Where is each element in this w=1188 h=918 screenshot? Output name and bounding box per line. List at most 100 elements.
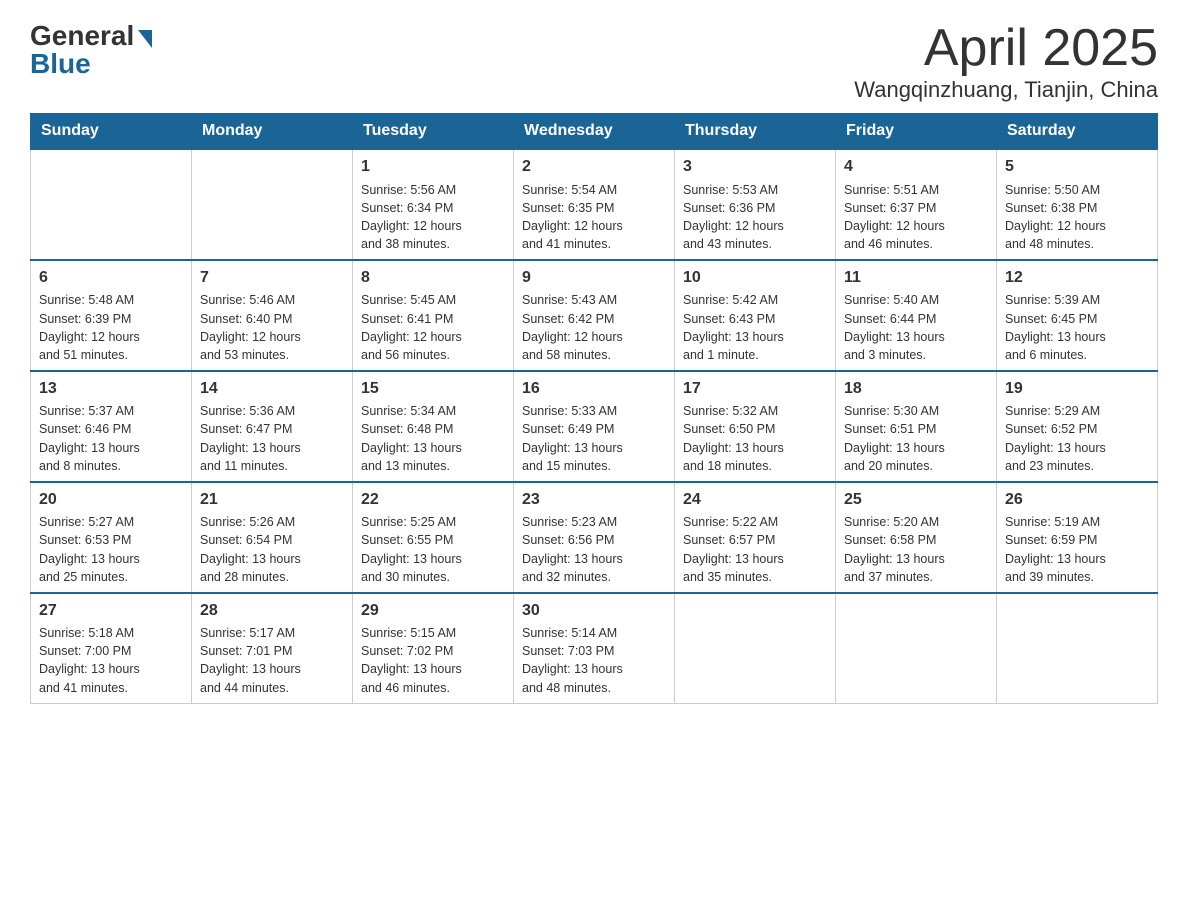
day-number: 20 [39,489,183,511]
day-info: Sunrise: 5:27 AM Sunset: 6:53 PM Dayligh… [39,513,183,586]
day-header-row: SundayMondayTuesdayWednesdayThursdayFrid… [31,114,1158,150]
day-header-monday: Monday [192,114,353,150]
day-info: Sunrise: 5:40 AM Sunset: 6:44 PM Dayligh… [844,291,988,364]
page-header: General Blue April 2025 Wangqinzhuang, T… [30,20,1158,103]
day-number: 8 [361,267,505,289]
day-info: Sunrise: 5:15 AM Sunset: 7:02 PM Dayligh… [361,624,505,697]
title-section: April 2025 Wangqinzhuang, Tianjin, China [854,20,1158,103]
day-number: 19 [1005,378,1149,400]
day-number: 10 [683,267,827,289]
day-number: 3 [683,156,827,178]
calendar-cell: 10Sunrise: 5:42 AM Sunset: 6:43 PM Dayli… [675,260,836,371]
day-info: Sunrise: 5:18 AM Sunset: 7:00 PM Dayligh… [39,624,183,697]
day-info: Sunrise: 5:33 AM Sunset: 6:49 PM Dayligh… [522,402,666,475]
day-info: Sunrise: 5:19 AM Sunset: 6:59 PM Dayligh… [1005,513,1149,586]
calendar-cell: 21Sunrise: 5:26 AM Sunset: 6:54 PM Dayli… [192,482,353,593]
day-number: 4 [844,156,988,178]
day-number: 5 [1005,156,1149,178]
day-info: Sunrise: 5:46 AM Sunset: 6:40 PM Dayligh… [200,291,344,364]
calendar-cell: 6Sunrise: 5:48 AM Sunset: 6:39 PM Daylig… [31,260,192,371]
day-info: Sunrise: 5:23 AM Sunset: 6:56 PM Dayligh… [522,513,666,586]
day-number: 23 [522,489,666,511]
day-info: Sunrise: 5:54 AM Sunset: 6:35 PM Dayligh… [522,181,666,254]
day-number: 7 [200,267,344,289]
calendar-cell: 24Sunrise: 5:22 AM Sunset: 6:57 PM Dayli… [675,482,836,593]
location-title: Wangqinzhuang, Tianjin, China [854,77,1158,103]
day-info: Sunrise: 5:36 AM Sunset: 6:47 PM Dayligh… [200,402,344,475]
logo-blue-text: Blue [30,48,91,80]
day-number: 9 [522,267,666,289]
logo-arrow-icon [138,30,152,48]
calendar-cell: 26Sunrise: 5:19 AM Sunset: 6:59 PM Dayli… [997,482,1158,593]
calendar-cell: 2 Sunrise: 5:54 AM Sunset: 6:35 PM Daylig… [514,149,675,260]
calendar-cell: 15Sunrise: 5:34 AM Sunset: 6:48 PM Dayli… [353,371,514,482]
calendar-cell: 18Sunrise: 5:30 AM Sunset: 6:51 PM Dayli… [836,371,997,482]
day-info: Sunrise: 5:17 AM Sunset: 7:01 PM Dayligh… [200,624,344,697]
month-title: April 2025 [854,20,1158,77]
day-header-thursday: Thursday [675,114,836,150]
day-number: 2 [522,156,666,178]
calendar-cell: 12Sunrise: 5:39 AM Sunset: 6:45 PM Dayli… [997,260,1158,371]
calendar-body: 1Sunrise: 5:56 AM Sunset: 6:34 PM Daylig… [31,149,1158,703]
day-number: 25 [844,489,988,511]
day-number: 12 [1005,267,1149,289]
calendar-cell: 13Sunrise: 5:37 AM Sunset: 6:46 PM Dayli… [31,371,192,482]
day-number: 17 [683,378,827,400]
logo: General Blue [30,20,152,80]
day-number: 26 [1005,489,1149,511]
day-header-sunday: Sunday [31,114,192,150]
calendar-cell: 3 Sunrise: 5:53 AM Sunset: 6:36 PM Daylig… [675,149,836,260]
day-header-friday: Friday [836,114,997,150]
day-info: Sunrise: 5:26 AM Sunset: 6:54 PM Dayligh… [200,513,344,586]
calendar-week-3: 20Sunrise: 5:27 AM Sunset: 6:53 PM Dayli… [31,482,1158,593]
day-number: 24 [683,489,827,511]
calendar-cell: 9Sunrise: 5:43 AM Sunset: 6:42 PM Daylig… [514,260,675,371]
calendar-cell [31,149,192,260]
day-number: 28 [200,600,344,622]
day-info: Sunrise: 5:53 AM Sunset: 6:36 PM Dayligh… [683,181,827,254]
calendar-cell: 17Sunrise: 5:32 AM Sunset: 6:50 PM Dayli… [675,371,836,482]
calendar-cell [192,149,353,260]
day-info: Sunrise: 5:50 AM Sunset: 6:38 PM Dayligh… [1005,181,1149,254]
day-info: Sunrise: 5:22 AM Sunset: 6:57 PM Dayligh… [683,513,827,586]
day-info: Sunrise: 5:29 AM Sunset: 6:52 PM Dayligh… [1005,402,1149,475]
calendar-header: SundayMondayTuesdayWednesdayThursdayFrid… [31,114,1158,150]
calendar-table: SundayMondayTuesdayWednesdayThursdayFrid… [30,113,1158,703]
calendar-cell: 1Sunrise: 5:56 AM Sunset: 6:34 PM Daylig… [353,149,514,260]
day-info: Sunrise: 5:43 AM Sunset: 6:42 PM Dayligh… [522,291,666,364]
day-number: 13 [39,378,183,400]
calendar-cell: 22Sunrise: 5:25 AM Sunset: 6:55 PM Dayli… [353,482,514,593]
day-header-tuesday: Tuesday [353,114,514,150]
calendar-week-4: 27Sunrise: 5:18 AM Sunset: 7:00 PM Dayli… [31,593,1158,703]
calendar-cell: 16Sunrise: 5:33 AM Sunset: 6:49 PM Dayli… [514,371,675,482]
day-number: 22 [361,489,505,511]
calendar-cell: 23Sunrise: 5:23 AM Sunset: 6:56 PM Dayli… [514,482,675,593]
day-number: 27 [39,600,183,622]
day-info: Sunrise: 5:34 AM Sunset: 6:48 PM Dayligh… [361,402,505,475]
day-info: Sunrise: 5:39 AM Sunset: 6:45 PM Dayligh… [1005,291,1149,364]
day-number: 29 [361,600,505,622]
day-header-wednesday: Wednesday [514,114,675,150]
calendar-cell: 20Sunrise: 5:27 AM Sunset: 6:53 PM Dayli… [31,482,192,593]
calendar-cell: 19Sunrise: 5:29 AM Sunset: 6:52 PM Dayli… [997,371,1158,482]
calendar-cell: 28Sunrise: 5:17 AM Sunset: 7:01 PM Dayli… [192,593,353,703]
day-number: 18 [844,378,988,400]
calendar-cell [836,593,997,703]
day-number: 16 [522,378,666,400]
calendar-cell: 11Sunrise: 5:40 AM Sunset: 6:44 PM Dayli… [836,260,997,371]
calendar-cell: 14Sunrise: 5:36 AM Sunset: 6:47 PM Dayli… [192,371,353,482]
day-number: 21 [200,489,344,511]
day-number: 30 [522,600,666,622]
day-info: Sunrise: 5:56 AM Sunset: 6:34 PM Dayligh… [361,181,505,254]
calendar-week-0: 1Sunrise: 5:56 AM Sunset: 6:34 PM Daylig… [31,149,1158,260]
day-info: Sunrise: 5:25 AM Sunset: 6:55 PM Dayligh… [361,513,505,586]
calendar-cell [675,593,836,703]
day-number: 14 [200,378,344,400]
day-number: 6 [39,267,183,289]
day-info: Sunrise: 5:48 AM Sunset: 6:39 PM Dayligh… [39,291,183,364]
calendar-cell: 29Sunrise: 5:15 AM Sunset: 7:02 PM Dayli… [353,593,514,703]
calendar-cell: 8Sunrise: 5:45 AM Sunset: 6:41 PM Daylig… [353,260,514,371]
calendar-cell: 25Sunrise: 5:20 AM Sunset: 6:58 PM Dayli… [836,482,997,593]
day-number: 11 [844,267,988,289]
calendar-week-1: 6Sunrise: 5:48 AM Sunset: 6:39 PM Daylig… [31,260,1158,371]
